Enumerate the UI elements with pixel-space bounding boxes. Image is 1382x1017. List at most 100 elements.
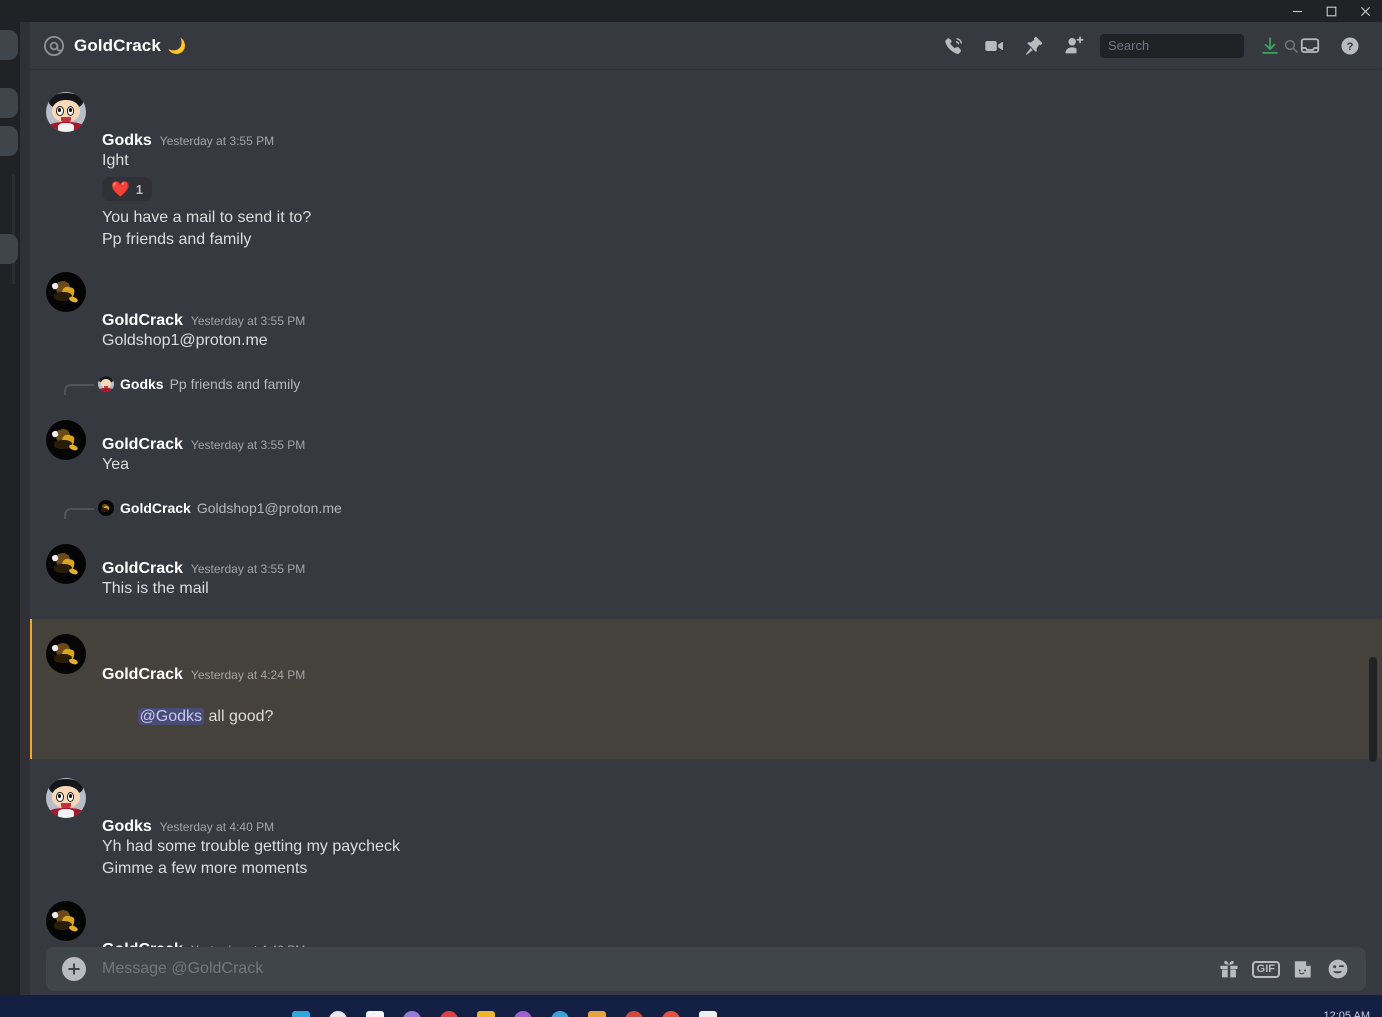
- taskbar-icon-2[interactable]: [329, 1011, 347, 1017]
- taskbar-icon-6[interactable]: [477, 1011, 495, 1017]
- search-icon: [1284, 39, 1305, 53]
- search-input[interactable]: [1100, 38, 1284, 53]
- message-group-mention[interactable]: GoldCrack Yesterday at 4:24 PM @Godks al…: [30, 619, 1382, 759]
- message-text: This is the mail: [102, 580, 209, 597]
- window-minimize-button[interactable]: [1280, 0, 1314, 22]
- message-text: @Godks all good?: [30, 684, 1334, 750]
- taskbar-icon-8[interactable]: [551, 1011, 569, 1017]
- reaction-list: ❤️ 1: [30, 177, 1334, 201]
- avatar[interactable]: [46, 901, 86, 941]
- gif-label: GIF: [1251, 960, 1280, 978]
- message-timestamp: Yesterday at 3:55 PM: [190, 562, 306, 576]
- message-timestamp: Yesterday at 3:55 PM: [159, 134, 275, 148]
- window-close-button[interactable]: [1348, 0, 1382, 22]
- message-composer-area: GIF: [30, 947, 1382, 995]
- sticker-icon[interactable]: [1292, 958, 1314, 980]
- message-group[interactable]: GoldCrack Yesterday at 4:40 PM Sure: [30, 899, 1382, 947]
- start-voice-call-icon[interactable]: [934, 26, 974, 66]
- message-text: You have a mail to send it to?: [102, 209, 312, 226]
- header-actions: ?: [934, 26, 1382, 66]
- taskbar-icon-12[interactable]: [699, 1011, 717, 1017]
- taskbar-icon-10[interactable]: [625, 1011, 643, 1017]
- message-text: Gimme a few more moments: [102, 860, 308, 877]
- message-author[interactable]: GoldCrack: [102, 436, 183, 454]
- reaction-pill[interactable]: ❤️ 1: [102, 177, 152, 201]
- reply-reference[interactable]: Godks Pp friends and family: [30, 373, 1334, 395]
- svg-text:?: ?: [1347, 41, 1354, 53]
- pinned-messages-icon[interactable]: [1014, 26, 1054, 66]
- reply-avatar: [98, 500, 114, 516]
- reply-avatar: [98, 376, 114, 392]
- server-icon-4[interactable]: [0, 234, 18, 264]
- dm-title: GoldCrack: [74, 35, 161, 55]
- channel-list-column[interactable]: [20, 22, 30, 995]
- server-rail-divider: [12, 174, 15, 284]
- taskbar-icon-7[interactable]: [514, 1011, 532, 1017]
- taskbar-clock[interactable]: 12:05 AM: [1324, 1010, 1370, 1017]
- taskbar-icon-11[interactable]: [662, 1011, 680, 1017]
- avatar[interactable]: [46, 272, 86, 312]
- avatar[interactable]: [46, 420, 86, 460]
- reaction-count: 1: [135, 181, 143, 197]
- start-video-call-icon[interactable]: [974, 26, 1014, 66]
- server-icon-1[interactable]: [0, 30, 18, 60]
- message-timestamp: Yesterday at 3:55 PM: [190, 438, 306, 452]
- message-group[interactable]: GoldCrack Yesterday at 3:55 PM Goldshop1…: [30, 270, 1382, 354]
- server-icon-2[interactable]: [0, 88, 18, 118]
- message-scrollbar-track[interactable]: [1366, 70, 1380, 947]
- taskbar-icon-4[interactable]: [403, 1011, 421, 1017]
- message-scrollbar-thumb[interactable]: [1369, 657, 1377, 762]
- heart-icon: ❤️: [111, 180, 130, 198]
- taskbar-icon-1[interactable]: [292, 1011, 310, 1017]
- taskbar-app-icons[interactable]: [292, 1011, 717, 1017]
- message-author[interactable]: GoldCrack: [102, 560, 183, 578]
- message-group[interactable]: Godks Pp friends and family GoldCrack Ye…: [30, 371, 1382, 478]
- message-author[interactable]: GoldCrack: [102, 666, 183, 684]
- reply-connector: [64, 384, 94, 395]
- avatar[interactable]: [46, 92, 86, 132]
- windows-taskbar[interactable]: 12:05 AM: [0, 995, 1382, 1017]
- message-group[interactable]: GoldCrack Goldshop1@proton.me GoldCrack …: [30, 495, 1382, 602]
- avatar[interactable]: [46, 544, 86, 584]
- at-symbol-icon: [42, 34, 66, 58]
- message-text: Yh had some trouble getting my paycheck: [102, 838, 400, 855]
- taskbar-icon-9[interactable]: [588, 1011, 606, 1017]
- message-group[interactable]: Godks Yesterday at 3:55 PM Ight ❤️ 1 You…: [30, 90, 1382, 253]
- avatar[interactable]: [46, 778, 86, 818]
- reply-reference[interactable]: GoldCrack Goldshop1@proton.me: [30, 497, 1334, 519]
- reply-connector: [64, 508, 94, 519]
- server-icon-3[interactable]: [0, 126, 18, 156]
- reply-author: GoldCrack: [120, 500, 191, 516]
- upload-file-icon[interactable]: [62, 957, 86, 981]
- message-timestamp: Yesterday at 4:24 PM: [190, 668, 306, 682]
- message-list[interactable]: Godks Yesterday at 3:55 PM Ight ❤️ 1 You…: [30, 70, 1382, 947]
- search-box[interactable]: [1100, 33, 1298, 58]
- user-mention[interactable]: @Godks: [137, 708, 205, 725]
- avatar[interactable]: [46, 634, 86, 674]
- message-author[interactable]: GoldCrack: [102, 312, 183, 330]
- taskbar-icon-3[interactable]: [366, 1011, 384, 1017]
- message-header: Godks Yesterday at 3:55 PM: [30, 132, 1334, 150]
- composer-actions: GIF: [1218, 957, 1350, 981]
- server-rail[interactable]: [0, 22, 20, 995]
- message-timestamp: Yesterday at 4:40 PM: [159, 820, 275, 834]
- gift-icon[interactable]: [1218, 958, 1240, 980]
- message-author[interactable]: Godks: [102, 818, 152, 836]
- gif-icon[interactable]: GIF: [1251, 960, 1280, 978]
- emoji-icon[interactable]: [1326, 957, 1350, 981]
- message-group[interactable]: Godks Yesterday at 4:40 PM Yh had some t…: [30, 776, 1382, 882]
- reply-preview: Pp friends and family: [169, 376, 301, 392]
- message-header: Godks Yesterday at 4:40 PM: [30, 818, 1334, 836]
- message-text: Pp friends and family: [102, 231, 252, 248]
- window-maximize-button[interactable]: [1314, 0, 1348, 22]
- dm-header: GoldCrack 🌙 Search ?: [30, 22, 1382, 70]
- taskbar-icon-5[interactable]: [440, 1011, 458, 1017]
- message-text: Ight: [102, 152, 129, 169]
- message-author[interactable]: Godks: [102, 132, 152, 150]
- message-timestamp: Yesterday at 3:55 PM: [190, 314, 306, 328]
- help-icon[interactable]: ?: [1330, 26, 1370, 66]
- message-input[interactable]: [102, 960, 1218, 978]
- message-composer[interactable]: GIF: [46, 947, 1366, 991]
- message-text-rest: all good?: [204, 708, 274, 725]
- add-friends-to-dm-icon[interactable]: [1054, 26, 1094, 66]
